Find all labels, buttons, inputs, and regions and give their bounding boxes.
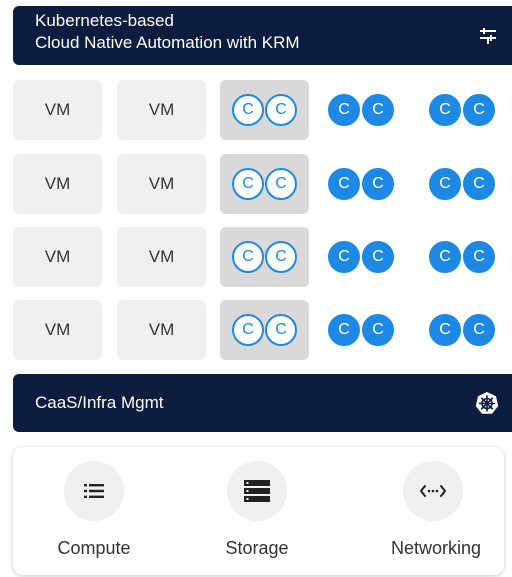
container-pair: C C <box>324 300 398 360</box>
container-circle: C <box>429 168 461 200</box>
storage-icon-wrap <box>227 461 287 521</box>
vm-box: VM <box>13 154 102 214</box>
container-circle: C <box>362 241 394 273</box>
caas-title: CaaS/Infra Mgmt <box>35 393 164 412</box>
container-circle: C <box>429 241 461 273</box>
networking-label: Networking <box>390 538 482 558</box>
container-pair: C C <box>425 300 499 360</box>
container-pair: C C <box>425 80 499 140</box>
container-circle: C <box>265 314 297 346</box>
networking-icon-wrap <box>403 461 463 521</box>
vm-container-box: C C <box>220 300 309 360</box>
container-circle: C <box>265 94 297 126</box>
container-circle: C <box>232 314 264 346</box>
vm-box: VM <box>13 80 102 140</box>
grid-row: VM VM C C C C C C <box>13 300 512 360</box>
vm-container-box: C C <box>220 154 309 214</box>
container-pair: C C <box>324 80 398 140</box>
infra-item-compute[interactable]: Compute <box>19 447 169 575</box>
storage-icon <box>244 480 270 502</box>
container-circle: C <box>362 94 394 126</box>
container-circle: C <box>265 241 297 273</box>
container-circle: C <box>328 94 360 126</box>
infrastructure-card: Compute Storage Networking <box>13 447 504 575</box>
compute-label: Compute <box>57 538 131 558</box>
vm-box: VM <box>13 300 102 360</box>
vm-box: VM <box>117 227 206 287</box>
workload-grid: VM VM C C C C C C VM VM C C C C C C VM V… <box>13 80 512 364</box>
grid-row: VM VM C C C C C C <box>13 80 512 140</box>
container-pair: C C <box>324 227 398 287</box>
container-circle: C <box>429 94 461 126</box>
container-circle: C <box>232 94 264 126</box>
container-circle: C <box>328 314 360 346</box>
compute-icon-wrap <box>64 461 124 521</box>
container-circle: C <box>463 241 495 273</box>
container-circle: C <box>463 168 495 200</box>
container-circle: C <box>328 241 360 273</box>
list-icon <box>84 484 104 498</box>
container-pair: C C <box>425 154 499 214</box>
kubernetes-icon <box>475 392 499 414</box>
container-circle: C <box>232 241 264 273</box>
container-circle: C <box>429 314 461 346</box>
header-title: Kubernetes-based Cloud Native Automation… <box>35 10 300 54</box>
container-pair: C C <box>425 227 499 287</box>
storage-label: Storage <box>225 538 289 558</box>
container-circle: C <box>232 168 264 200</box>
code-arrows-icon <box>420 485 446 497</box>
vm-container-box: C C <box>220 80 309 140</box>
caas-infra-bar: CaaS/Infra Mgmt <box>13 374 512 432</box>
vm-box: VM <box>117 300 206 360</box>
grid-row: VM VM C C C C C C <box>13 227 512 287</box>
container-circle: C <box>362 168 394 200</box>
tune-icon[interactable] <box>479 27 497 45</box>
infra-item-storage[interactable]: Storage <box>182 447 332 575</box>
grid-row: VM VM C C C C C C <box>13 154 512 214</box>
header-title-line1: Kubernetes-based <box>35 11 174 30</box>
container-circle: C <box>328 168 360 200</box>
container-circle: C <box>265 168 297 200</box>
container-circle: C <box>463 94 495 126</box>
container-circle: C <box>463 314 495 346</box>
infra-item-networking[interactable]: Networking <box>348 447 498 575</box>
header-title-line2: Cloud Native Automation with KRM <box>35 33 300 52</box>
vm-box: VM <box>117 154 206 214</box>
vm-box: VM <box>117 80 206 140</box>
container-pair: C C <box>324 154 398 214</box>
vm-container-box: C C <box>220 227 309 287</box>
container-circle: C <box>362 314 394 346</box>
vm-box: VM <box>13 227 102 287</box>
automation-header: Kubernetes-based Cloud Native Automation… <box>13 6 512 65</box>
